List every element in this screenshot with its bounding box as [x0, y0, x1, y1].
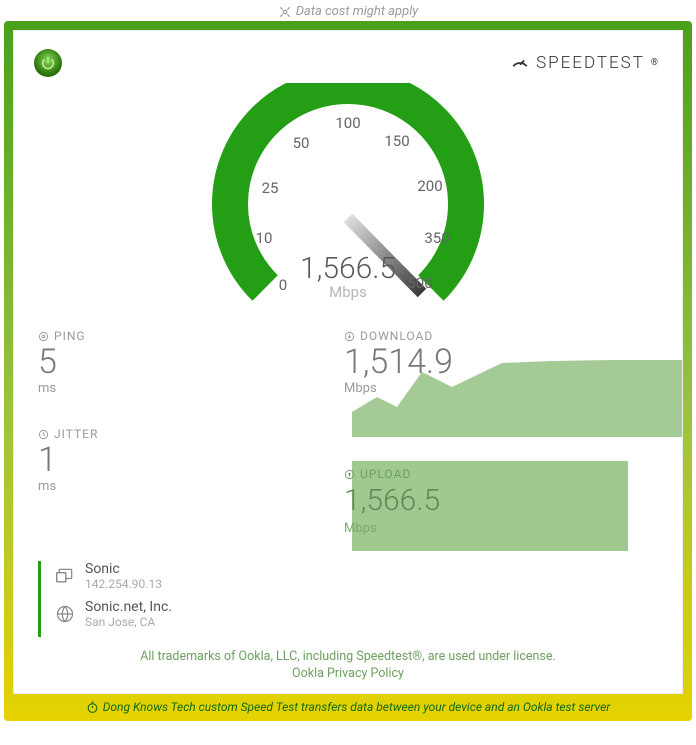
jitter-label: JITTER — [54, 427, 98, 441]
trademark-symbol: ® — [651, 58, 658, 68]
speedtest-card: SPEEDTEST® 0 10 25 50 100 150 200 35 — [13, 30, 683, 694]
tick-150: 150 — [384, 132, 409, 150]
speed-gauge: 0 10 25 50 100 150 200 350 500 1,566.5 M… — [188, 83, 508, 303]
upload-label: UPLOAD — [360, 467, 411, 481]
gradient-frame: SPEEDTEST® 0 10 25 50 100 150 200 35 — [4, 21, 692, 721]
ping-label: PING — [54, 329, 86, 343]
footer-note: All trademarks of Ookla, LLC, including … — [14, 649, 682, 683]
jitter-icon — [38, 429, 49, 440]
globe-icon — [55, 604, 75, 624]
topbar: SPEEDTEST ® — [14, 31, 682, 83]
jitter-metric: JITTER 1 ms — [38, 427, 98, 494]
power-button[interactable] — [34, 49, 62, 77]
ping-metric: PING 5 ms — [38, 329, 86, 396]
gauge-reading: 1,566.5 Mbps — [300, 251, 396, 301]
download-unit: Mbps — [344, 381, 453, 396]
download-metric: DOWNLOAD 1,514.9 Mbps — [344, 329, 453, 396]
brand-text: SPEEDTEST — [536, 53, 645, 73]
warning-text: Data cost might apply — [296, 4, 418, 19]
tick-0: 0 — [279, 276, 287, 294]
gauge-icon — [510, 53, 530, 73]
jitter-unit: ms — [38, 479, 98, 494]
privacy-link[interactable]: Ookla Privacy Policy — [292, 666, 404, 681]
upload-label-row: UPLOAD — [344, 467, 411, 481]
download-label: DOWNLOAD — [360, 329, 433, 343]
tick-500: 500 — [407, 274, 432, 292]
connection-info: Sonic 142.254.90.13 Sonic.net, Inc. San … — [38, 561, 172, 637]
ping-unit: ms — [38, 381, 86, 396]
tick-10: 10 — [256, 229, 273, 247]
tick-50: 50 — [293, 134, 310, 152]
upload-icon — [344, 469, 355, 480]
tick-100: 100 — [335, 114, 360, 132]
bottom-text: Dong Knows Tech custom Speed Test transf… — [103, 700, 610, 714]
stopwatch-icon — [86, 701, 99, 714]
tick-350: 350 — [424, 229, 449, 247]
gauge-value: 1,566.5 — [300, 251, 396, 286]
ping-icon — [38, 331, 49, 342]
download-value: 1,514.9 — [344, 345, 453, 381]
device-icon — [55, 566, 75, 586]
power-icon — [40, 55, 56, 71]
tick-200: 200 — [417, 177, 442, 195]
isp-name: Sonic — [85, 561, 162, 577]
brand-logo: SPEEDTEST ® — [510, 53, 658, 73]
ping-value: 5 — [38, 345, 86, 381]
bottom-info-bar: Dong Knows Tech custom Speed Test transf… — [4, 694, 692, 721]
upload-value: 1,566.5 — [344, 483, 440, 518]
server-location: San Jose, CA — [85, 615, 172, 629]
tick-25: 25 — [262, 179, 279, 197]
jitter-value: 1 — [38, 443, 98, 479]
download-icon — [344, 331, 355, 342]
server-name: Sonic.net, Inc. — [85, 599, 172, 615]
isp-ip: 142.254.90.13 — [85, 577, 162, 591]
upload-unit: Mbps — [344, 521, 377, 536]
trademark-notice: All trademarks of Ookla, LLC, including … — [140, 649, 556, 664]
warning-icon — [278, 5, 292, 19]
data-cost-warning: Data cost might apply — [0, 0, 696, 21]
